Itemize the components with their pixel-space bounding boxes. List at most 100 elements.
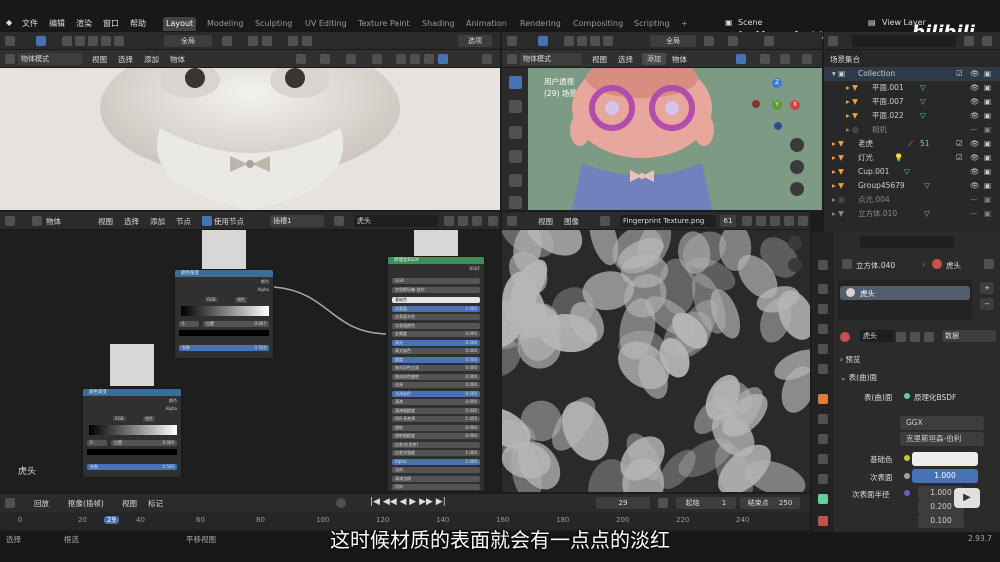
tool-tab-icon[interactable] (818, 260, 828, 270)
outliner-row[interactable]: ▸ ▼ Group45679 ▽ 👁 ▣ (824, 179, 1000, 193)
ramp-index[interactable]: 0 (87, 440, 107, 446)
outliner-row[interactable]: ▸ ▼ 平面.022 ▽ 👁 ▣ (824, 109, 1000, 123)
camera-icon[interactable]: ▣ (984, 179, 991, 193)
scene-tab-icon[interactable] (818, 344, 828, 354)
bsdf-input-row[interactable]: 自发光(发射) (392, 441, 480, 448)
menu-object[interactable]: 物体 (170, 54, 185, 65)
gizmo-neg-x[interactable] (752, 100, 760, 108)
color-ramp-node-1[interactable]: 颜色渐变 颜色 Alpha RGB 线性 0 位置 0.007 系数 0.500 (174, 269, 274, 359)
select-box-icon[interactable] (62, 36, 72, 46)
bsdf-input-row[interactable]: 自发光强度 1.000 (392, 450, 480, 456)
unlink-icon[interactable] (784, 216, 794, 226)
tab-layout[interactable]: Layout (163, 17, 197, 31)
viewport-right[interactable]: 全局 物体模式 视图 选择 添加 物体 用户透视 (29) 场景集合 | 立方体… (502, 32, 822, 210)
select-extend-icon[interactable] (577, 36, 587, 46)
bsdf-input-row[interactable]: 金属度 0.000 (392, 331, 480, 337)
eye-icon[interactable]: 👁 (970, 165, 980, 179)
editor-type-icon[interactable] (5, 54, 15, 64)
duplicate-icon[interactable] (910, 332, 920, 342)
bsdf-input-row[interactable]: 各向异性过滤 0.000 (392, 365, 480, 371)
constraints-tab-icon[interactable] (818, 474, 828, 484)
visibility-icon[interactable] (296, 54, 306, 64)
menu-add[interactable]: 添加 (642, 53, 666, 65)
tab-scripting[interactable]: Scripting (631, 17, 673, 31)
properties-search[interactable] (860, 236, 954, 248)
add-workspace-button[interactable]: + (678, 17, 691, 31)
gizmo-icon[interactable] (736, 54, 746, 64)
render-tab-icon[interactable] (818, 284, 828, 294)
tab-uv-editing[interactable]: UV Editing (302, 17, 350, 31)
menu-add[interactable]: 添加 (144, 54, 159, 65)
bsdf-input-row[interactable]: 清漆粗糙度 0.030 (392, 407, 480, 414)
eye-icon[interactable]: 👁 (970, 109, 980, 123)
options-dropdown[interactable]: 选项 (458, 35, 492, 47)
menu-marker[interactable]: 标记 (148, 498, 163, 509)
menu-select[interactable]: 选择 (618, 54, 633, 65)
global-transform-dropdown[interactable]: 全局 (164, 35, 212, 47)
rotate-tool-icon[interactable] (509, 150, 522, 163)
ramp-color-swatch[interactable] (87, 449, 177, 455)
surface-shader[interactable]: 原理化BSDF (914, 392, 956, 403)
outliner-row[interactable]: ▸ ▼ Cup.001 ▽ 👁 ▣ (824, 165, 1000, 179)
camera-icon[interactable]: ▣ (984, 151, 991, 165)
menu-help[interactable]: 帮助 (130, 18, 146, 29)
end-frame-field[interactable]: 结束点 250 (740, 497, 800, 509)
snap-target-icon[interactable] (262, 36, 272, 46)
proportional-edit-icon[interactable] (288, 36, 298, 46)
view-layer-tab-icon[interactable] (818, 324, 828, 334)
tab-compositing[interactable]: Compositing (570, 17, 626, 31)
image-editor[interactable]: 视图 图像 Fingerprint Texture.png 61 (502, 212, 810, 492)
zoom-icon[interactable] (788, 236, 802, 250)
menu-view[interactable]: 视图 (592, 54, 607, 65)
pivot-icon[interactable] (704, 36, 714, 46)
outliner-search-field[interactable] (852, 35, 956, 47)
menu-edit[interactable]: 编辑 (49, 18, 65, 29)
base-color-swatch[interactable] (912, 452, 978, 466)
current-frame-marker[interactable]: 29 (104, 516, 119, 524)
keying-menu[interactable]: 抠像(插帧) (68, 498, 104, 509)
distribution-dropdown[interactable]: GGX (900, 416, 984, 430)
select-invert-icon[interactable] (101, 36, 111, 46)
image-users[interactable]: 61 (720, 215, 736, 227)
eye-icon[interactable]: — (970, 193, 978, 207)
tab-rendering[interactable]: Rendering (517, 17, 564, 31)
surface-panel-toggle[interactable]: ⌄ 表(曲)面 (840, 372, 877, 383)
camera-icon[interactable]: ▣ (984, 81, 991, 95)
editor-type-icon[interactable] (507, 54, 517, 64)
eye-icon[interactable]: 👁 (970, 81, 980, 95)
eye-icon[interactable]: — (970, 207, 978, 221)
camera-icon[interactable]: ▣ (984, 193, 991, 207)
fac-field[interactable]: 系数 0.500 (179, 345, 269, 351)
wireframe-shading-icon[interactable] (396, 54, 406, 64)
pin-icon[interactable] (798, 216, 808, 226)
preview-panel-toggle[interactable]: › 预览 (840, 354, 860, 365)
node-editor[interactable]: 物体 视图 选择 添加 节点 使用节点 插槽1 虎头 颜色渐变 颜色 Alpha… (0, 212, 500, 492)
editor-type-icon[interactable] (507, 216, 517, 226)
bsdf-input-row[interactable]: 清漆法线 (392, 475, 480, 482)
principled-bsdf-node[interactable]: 原理化BSDF BSDF GGX 克里斯坦森-伯利 基础色 次表面 1.000 次表面… (387, 256, 485, 492)
pause-icon[interactable] (482, 54, 492, 64)
menu-file[interactable]: 文件 (22, 18, 38, 29)
bsdf-input-row[interactable]: 法向 (392, 467, 480, 473)
proportional-edit-icon[interactable] (764, 36, 774, 46)
overlay-icon[interactable] (760, 54, 770, 64)
sss-method-dropdown[interactable]: 克里斯坦森-伯利 (900, 432, 984, 446)
select-subtract-icon[interactable] (88, 36, 98, 46)
eye-icon[interactable]: 👁 (970, 151, 980, 165)
select-invert-icon[interactable] (603, 36, 613, 46)
bsdf-input-row[interactable]: 次表面颜色 (392, 322, 480, 329)
gizmo-icon[interactable] (320, 54, 330, 64)
mode-dropdown[interactable]: 物体模式 (520, 53, 582, 65)
camera-icon[interactable]: ▣ (984, 95, 991, 109)
select-extend-icon[interactable] (75, 36, 85, 46)
output-tab-icon[interactable] (818, 304, 828, 314)
outliner-row[interactable]: ▸ ▼ 灯光 💡 ☑ 👁 ▣ (824, 151, 1000, 165)
camera-icon[interactable]: ▣ (984, 207, 991, 221)
ramp-index[interactable]: 0 (179, 321, 199, 327)
move-tool-icon[interactable] (509, 126, 522, 139)
bsdf-input-row[interactable]: 次表面半径 (392, 314, 480, 320)
camera-icon[interactable]: ▣ (984, 137, 991, 151)
world-tab-icon[interactable] (818, 364, 828, 374)
global-transform-dropdown[interactable]: 全局 (650, 35, 696, 47)
solid-shading-icon[interactable] (410, 54, 420, 64)
